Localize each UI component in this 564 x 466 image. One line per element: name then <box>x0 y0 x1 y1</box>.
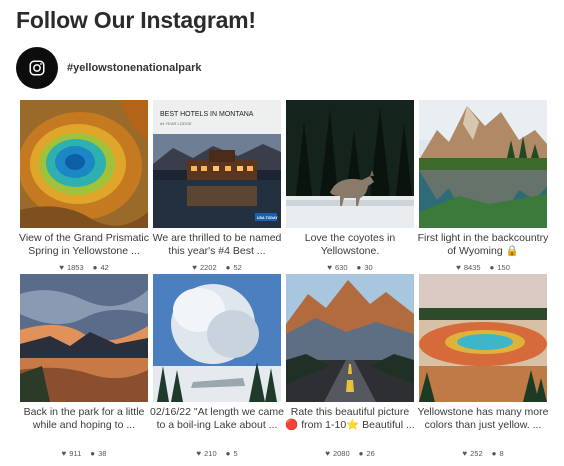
profile-header[interactable]: #yellowstonenationalpark <box>16 47 201 89</box>
post-stats: ♥ 1853 ● 42 <box>59 261 109 273</box>
post-caption: Yellowstone has many more colors than ju… <box>417 406 549 431</box>
feed-post[interactable]: Back in the park for a little while and … <box>20 274 148 459</box>
likes-count: 252 <box>470 448 483 458</box>
post-image[interactable] <box>153 274 281 402</box>
feed-post[interactable]: 02/16/22 "At length we came to a boil-in… <box>150 274 284 459</box>
likes-count: 210 <box>204 448 217 458</box>
heart-icon: ♥ <box>456 262 461 272</box>
post-image[interactable] <box>419 274 547 402</box>
heart-icon: ♥ <box>462 448 468 458</box>
likes-count: 911 <box>69 448 82 458</box>
post-image[interactable] <box>286 100 414 228</box>
comments-count: 52 <box>233 262 242 272</box>
image-overlay-subtitle: #4 YEAR LODGE <box>160 121 192 126</box>
likes-count: 630 <box>335 262 348 272</box>
comments-count: 8 <box>499 448 504 458</box>
post-stats: ♥ 2202 ● 52 <box>192 261 242 273</box>
feed-post[interactable]: Love the coyotes in Yellowstone. ♥ 630 ●… <box>286 100 414 273</box>
feed-post[interactable]: First light in the backcountry of Wyomin… <box>417 100 549 273</box>
feed-post[interactable]: Rate this beautiful picture 🔴 from 1-10⭐… <box>285 274 415 459</box>
image-overlay-title: BEST HOTELS IN MONTANA <box>160 111 254 118</box>
heart-icon: ♥ <box>325 448 330 458</box>
post-image[interactable] <box>20 100 148 228</box>
instagram-icon <box>29 60 45 76</box>
avatar[interactable] <box>16 47 58 89</box>
heart-icon: ♥ <box>59 262 64 272</box>
comments-count: 5 <box>233 448 238 458</box>
post-caption: 02/16/22 "At length we came to a boil-in… <box>150 406 284 431</box>
comment-icon: ● <box>90 448 96 458</box>
comment-icon: ● <box>489 262 495 272</box>
page-title: Follow Our Instagram! <box>16 7 256 33</box>
post-stats: ♥ 252 ● 8 <box>462 447 503 459</box>
comments-count: 150 <box>497 262 510 272</box>
comment-icon: ● <box>491 448 497 458</box>
heart-icon: ♥ <box>196 448 202 458</box>
likes-count: 2080 <box>332 448 350 458</box>
heart-icon: ♥ <box>192 262 197 272</box>
comment-icon: ● <box>356 262 362 272</box>
comments-count: 42 <box>100 262 109 272</box>
heart-icon: ♥ <box>327 262 333 272</box>
post-image[interactable] <box>419 100 547 228</box>
post-stats: ♥ 210 ● 5 <box>196 447 237 459</box>
post-caption: View of the Grand Prismatic Spring in Ye… <box>19 232 149 257</box>
comments-count: 38 <box>98 448 107 458</box>
comment-icon: ● <box>92 262 98 272</box>
profile-handle[interactable]: #yellowstonenationalpark <box>67 62 201 74</box>
likes-count: 2202 <box>199 262 217 272</box>
post-caption: Rate this beautiful picture 🔴 from 1-10⭐… <box>285 406 415 431</box>
post-caption: First light in the backcountry of Wyomin… <box>417 232 549 257</box>
post-stats: ♥ 2080 ● 26 <box>325 447 375 459</box>
comment-icon: ● <box>225 448 231 458</box>
post-stats: ♥ 630 ● 30 <box>327 261 372 273</box>
comments-count: 26 <box>366 448 375 458</box>
post-image[interactable] <box>20 274 148 402</box>
post-image[interactable]: BEST HOTELS IN MONTANA #4 YEAR LODGE USA… <box>153 100 281 228</box>
instagram-feed-grid: View of the Grand Prismatic Spring in Ye… <box>19 100 549 459</box>
heart-icon: ♥ <box>61 448 67 458</box>
post-caption: Back in the park for a little while and … <box>23 406 145 431</box>
post-caption: We are thrilled to be named this year's … <box>152 232 282 257</box>
comment-icon: ● <box>358 448 364 458</box>
post-image[interactable] <box>286 274 414 402</box>
comments-count: 30 <box>364 262 373 272</box>
post-stats: ♥ 911 ● 38 <box>62 447 107 459</box>
feed-post[interactable]: Yellowstone has many more colors than ju… <box>417 274 549 459</box>
post-caption: Love the coyotes in Yellowstone. <box>304 232 396 257</box>
feed-post[interactable]: BEST HOTELS IN MONTANA #4 YEAR LODGE USA… <box>153 100 281 273</box>
post-stats: ♥ 8435 ● 150 <box>456 261 510 273</box>
likes-count: 1853 <box>66 262 84 272</box>
image-overlay-logo: USA TODAY <box>257 216 278 220</box>
likes-count: 8435 <box>463 262 481 272</box>
feed-post[interactable]: View of the Grand Prismatic Spring in Ye… <box>19 100 149 273</box>
comment-icon: ● <box>225 262 231 272</box>
